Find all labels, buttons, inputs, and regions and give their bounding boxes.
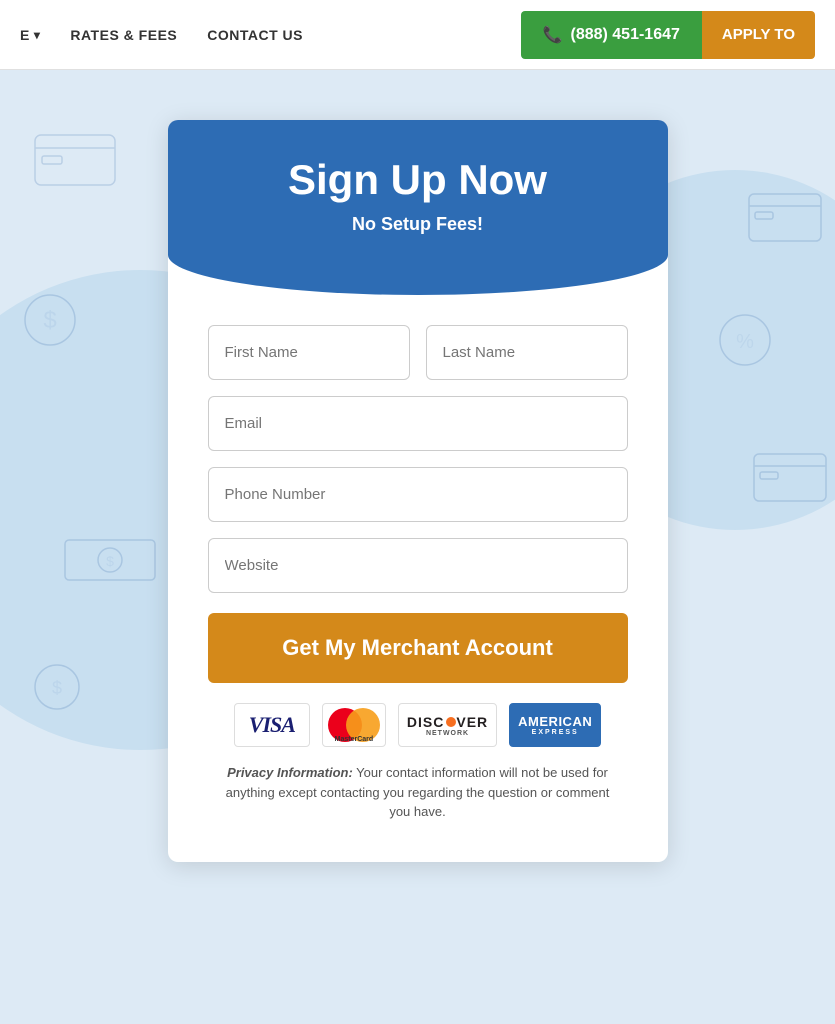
amex-bottom-text: EXPRESS	[532, 729, 579, 736]
email-input[interactable]	[208, 396, 628, 451]
mastercard-logo: MasterCard	[322, 703, 386, 747]
website-group	[208, 538, 628, 593]
phone-icon: 📞	[543, 25, 563, 45]
signup-title: Sign Up Now	[208, 156, 628, 204]
phone-input[interactable]	[208, 467, 628, 522]
privacy-bold: Privacy Information:	[227, 765, 353, 780]
last-name-input[interactable]	[426, 325, 628, 380]
email-group	[208, 396, 628, 451]
nav-item-contact[interactable]: CONTACT US	[207, 27, 303, 43]
phone-number: (888) 451-1647	[570, 26, 679, 44]
discover-text: DISCVER	[407, 714, 488, 730]
submit-button[interactable]: Get My Merchant Account	[208, 613, 628, 683]
amex-logo: AMERICAN EXPRESS	[509, 703, 601, 747]
card-logos: VISA MasterCard DISCVER NETWORK	[208, 703, 628, 747]
nav-buttons: 📞 (888) 451-1647 APPLY TO	[521, 11, 815, 59]
discover-logo: DISCVER NETWORK	[398, 703, 497, 747]
phone-button[interactable]: 📞 (888) 451-1647	[521, 11, 702, 59]
privacy-text: Privacy Information: Your contact inform…	[208, 763, 628, 842]
nav-left: E RATES & FEES CONTACT US	[20, 27, 521, 43]
signup-card: Sign Up Now No Setup Fees! Get	[168, 120, 668, 862]
card-header: Sign Up Now No Setup Fees!	[168, 120, 668, 295]
name-row	[208, 325, 628, 380]
apply-button[interactable]: APPLY TO	[702, 11, 815, 59]
website-input[interactable]	[208, 538, 628, 593]
nav-item-rates[interactable]: RATES & FEES	[70, 27, 177, 43]
discover-dot	[446, 717, 456, 727]
mc-text: MasterCard	[323, 736, 385, 743]
card-body: Get My Merchant Account VISA MasterCard …	[168, 295, 668, 862]
phone-group	[208, 467, 628, 522]
amex-top-text: AMERICAN	[518, 714, 592, 729]
signup-subtitle: No Setup Fees!	[208, 214, 628, 235]
visa-logo: VISA	[234, 703, 310, 747]
nav-item-home[interactable]: E	[20, 27, 40, 43]
navbar: E RATES & FEES CONTACT US 📞 (888) 451-16…	[0, 0, 835, 70]
first-name-input[interactable]	[208, 325, 410, 380]
discover-network: NETWORK	[426, 730, 469, 737]
main-content: Sign Up Now No Setup Fees! Get	[0, 70, 835, 862]
